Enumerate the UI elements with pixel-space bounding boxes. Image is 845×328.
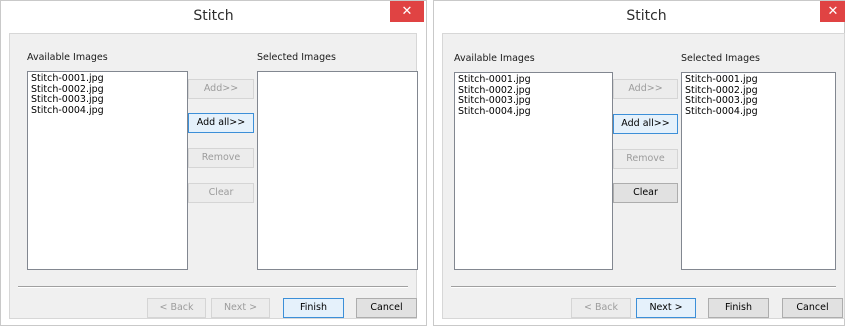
clear-button[interactable]: Clear [188, 183, 254, 203]
selected-images-list[interactable]: Stitch-0001.jpg Stitch-0002.jpg Stitch-0… [681, 72, 836, 270]
stitch-dialog-left: Stitch ✕ Available Images Selected Image… [0, 0, 427, 326]
available-images-label: Available Images [27, 52, 108, 63]
list-item[interactable]: Stitch-0001.jpg [31, 73, 184, 85]
list-item[interactable]: Stitch-0001.jpg [685, 74, 832, 86]
list-item[interactable]: Stitch-0003.jpg [685, 95, 832, 107]
remove-button[interactable]: Remove [188, 148, 254, 168]
clear-button[interactable]: Clear [613, 183, 678, 203]
back-button[interactable]: < Back [147, 298, 206, 318]
add-button[interactable]: Add>> [188, 79, 254, 99]
cancel-button[interactable]: Cancel [782, 298, 843, 318]
list-item[interactable]: Stitch-0003.jpg [458, 95, 609, 107]
add-button[interactable]: Add>> [613, 79, 678, 99]
list-item[interactable]: Stitch-0004.jpg [685, 106, 832, 118]
next-button[interactable]: Next > [211, 298, 270, 318]
remove-button[interactable]: Remove [613, 149, 678, 169]
back-button[interactable]: < Back [571, 298, 631, 318]
list-item[interactable]: Stitch-0004.jpg [31, 105, 184, 117]
dialog-body: Available Images Selected Images Stitch-… [442, 33, 845, 319]
cancel-button[interactable]: Cancel [356, 298, 417, 318]
selected-images-list[interactable] [257, 71, 418, 270]
close-button[interactable]: ✕ [390, 1, 424, 22]
finish-button[interactable]: Finish [283, 298, 344, 318]
close-icon: ✕ [827, 4, 839, 19]
dialog-title: Stitch [193, 8, 234, 24]
next-button[interactable]: Next > [636, 298, 696, 318]
add-all-button[interactable]: Add all>> [188, 113, 254, 133]
available-images-list[interactable]: Stitch-0001.jpg Stitch-0002.jpg Stitch-0… [27, 71, 188, 270]
separator [451, 286, 836, 288]
title-bar: Stitch ✕ [1, 1, 426, 32]
close-icon: ✕ [401, 4, 413, 19]
dialog-title: Stitch [626, 8, 667, 24]
list-item[interactable]: Stitch-0004.jpg [458, 106, 609, 118]
stitch-dialog-right: Stitch ✕ Available Images Selected Image… [433, 0, 845, 326]
separator [18, 286, 408, 288]
list-item[interactable]: Stitch-0001.jpg [458, 74, 609, 86]
close-button[interactable]: ✕ [820, 1, 845, 22]
dialog-body: Available Images Selected Images Stitch-… [9, 33, 418, 319]
selected-images-label: Selected Images [257, 52, 336, 63]
selected-images-label: Selected Images [681, 53, 760, 64]
list-item[interactable]: Stitch-0003.jpg [31, 94, 184, 106]
add-all-button[interactable]: Add all>> [613, 114, 678, 134]
finish-button[interactable]: Finish [708, 298, 769, 318]
title-bar: Stitch ✕ [434, 1, 845, 32]
available-images-label: Available Images [454, 53, 535, 64]
available-images-list[interactable]: Stitch-0001.jpg Stitch-0002.jpg Stitch-0… [454, 72, 613, 270]
